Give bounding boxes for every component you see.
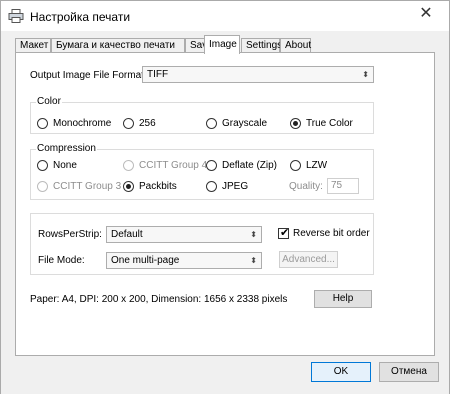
radio-indicator: [206, 118, 217, 129]
paper-info: Paper: A4, DPI: 200 x 200, Dimension: 16…: [30, 294, 288, 305]
tab-about[interactable]: About: [280, 38, 311, 53]
radio-label: Packbits: [139, 181, 177, 192]
output-format-select[interactable]: TIFF ⬍: [142, 66, 374, 83]
radio-indicator: [123, 118, 134, 129]
color-group: Color Monochrome 256 Grayscale True Colo…: [30, 96, 374, 134]
radio-indicator: [37, 160, 48, 171]
rows-per-strip-select[interactable]: Default ⬍: [106, 226, 262, 243]
cancel-button[interactable]: Отмена: [379, 362, 439, 382]
tab-settings[interactable]: Settings: [241, 38, 282, 53]
tab-layout[interactable]: Макет: [15, 38, 51, 53]
print-settings-dialog: Настройка печати ✕ Макет Бумага и качест…: [0, 0, 450, 394]
radio-indicator: [206, 181, 217, 192]
window-title: Настройка печати: [30, 10, 131, 24]
title-bar: Настройка печати ✕: [1, 1, 449, 31]
chevron-updown-icon: ⬍: [250, 230, 257, 239]
output-format-value: TIFF: [147, 69, 169, 80]
radio-label: CCITT Group 3: [53, 181, 122, 192]
file-mode-label: File Mode:: [38, 255, 85, 266]
radio-indicator: [37, 181, 48, 192]
output-options-group: RowsPerStrip: Default ⬍ ✔ Reverse bit or…: [30, 213, 374, 275]
radio-indicator: [37, 118, 48, 129]
radio-label: Deflate (Zip): [222, 160, 278, 171]
radio-indicator: [123, 160, 134, 171]
radio-label: None: [53, 160, 77, 171]
radio-label: 256: [139, 118, 156, 129]
help-button[interactable]: Help: [314, 290, 372, 308]
radio-label: LZW: [306, 160, 328, 171]
checkmark-icon: ✔: [280, 227, 290, 239]
quality-label: Quality:: [289, 181, 323, 192]
quality-input[interactable]: 75: [327, 178, 359, 194]
rows-per-strip-label: RowsPerStrip:: [38, 229, 102, 240]
rows-per-strip-value: Default: [111, 229, 143, 240]
compression-group-title: Compression: [36, 143, 97, 155]
color-group-title: Color: [36, 96, 62, 108]
radio-label: JPEG: [222, 181, 249, 192]
radio-label: True Color: [306, 118, 353, 129]
dialog-footer: OK Отмена: [1, 358, 449, 394]
radio-indicator: [290, 118, 301, 129]
close-icon: ✕: [419, 5, 433, 22]
advanced-button[interactable]: Advanced...: [279, 251, 338, 268]
tab-image[interactable]: Image: [204, 35, 240, 54]
chevron-updown-icon: ⬍: [250, 256, 257, 265]
close-button[interactable]: ✕: [411, 5, 441, 25]
tab-paper-quality[interactable]: Бумага и качество печати: [51, 38, 185, 53]
ok-button[interactable]: OK: [311, 362, 371, 382]
radio-indicator: [206, 160, 217, 171]
output-format-label: Output Image File Format:: [30, 70, 147, 81]
radio-indicator: [290, 160, 301, 171]
radio-indicator: [123, 181, 134, 192]
printer-icon: [8, 9, 24, 23]
radio-label: Grayscale: [222, 118, 268, 129]
file-mode-value: One multi-page: [111, 255, 180, 266]
reverse-bit-order-checkbox[interactable]: ✔: [278, 227, 290, 239]
reverse-bit-order-label: Reverse bit order: [293, 228, 370, 239]
radio-label: CCITT Group 4: [139, 160, 208, 171]
compression-group: Compression None CCITT Group 4 Deflate (…: [30, 143, 374, 200]
file-mode-select[interactable]: One multi-page ⬍: [106, 252, 262, 269]
chevron-updown-icon: ⬍: [362, 70, 369, 79]
radio-label: Monochrome: [53, 118, 112, 129]
image-tab-panel: Output Image File Format: TIFF ⬍ Color M…: [15, 52, 435, 356]
